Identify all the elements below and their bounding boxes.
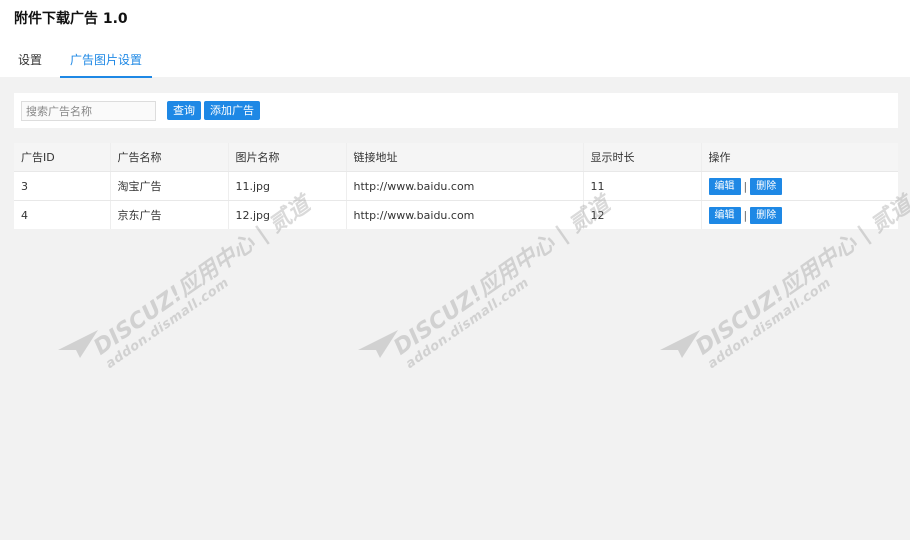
- delete-button[interactable]: 删除: [750, 177, 783, 195]
- table-header-row: 广告ID 广告名称 图片名称 链接地址 显示时长 操作: [14, 143, 898, 172]
- query-button[interactable]: 查询: [167, 101, 201, 120]
- cell-url: http://www.baidu.com: [346, 200, 584, 229]
- column-header-name: 广告名称: [110, 143, 229, 172]
- edit-button[interactable]: 编辑: [708, 177, 741, 195]
- cell-duration: 11: [583, 171, 702, 201]
- table-row: 3 淘宝广告 11.jpg http://www.baidu.com 11 编辑…: [14, 171, 898, 201]
- action-separator: |: [743, 208, 748, 222]
- paper-plane-icon: [358, 330, 398, 358]
- cell-url: http://www.baidu.com: [346, 171, 584, 201]
- delete-button[interactable]: 删除: [750, 206, 783, 224]
- watermark: DISCUZ!应用中心 | 贰道 addon.dismall.com: [660, 192, 910, 372]
- column-header-image: 图片名称: [228, 143, 347, 172]
- paper-plane-icon: [660, 330, 700, 358]
- tab-settings[interactable]: 设置: [8, 44, 52, 77]
- column-header-actions: 操作: [701, 143, 898, 172]
- header-panel: 附件下载广告 1.0 设置 广告图片设置: [0, 0, 910, 78]
- column-header-id: 广告ID: [14, 143, 111, 172]
- edit-button[interactable]: 编辑: [708, 206, 741, 224]
- cell-actions: 编辑 | 删除: [701, 201, 898, 230]
- search-panel: 查询 添加广告: [14, 93, 898, 128]
- tab-ad-image-settings[interactable]: 广告图片设置: [60, 44, 153, 78]
- cell-name: 京东广告: [110, 200, 229, 229]
- page-title: 附件下载广告 1.0: [14, 11, 128, 27]
- cell-image: 12.jpg: [228, 200, 347, 229]
- cell-id: 4: [14, 200, 111, 229]
- cell-id: 3: [14, 171, 111, 201]
- column-header-url: 链接地址: [346, 143, 584, 172]
- column-header-duration: 显示时长: [583, 143, 702, 172]
- add-ad-button[interactable]: 添加广告: [204, 101, 260, 120]
- action-separator: |: [743, 179, 748, 193]
- tab-bar: 设置 广告图片设置: [0, 44, 153, 78]
- ad-table: 广告ID 广告名称 图片名称 链接地址 显示时长 操作 3 淘宝广告 11.jp…: [14, 143, 898, 229]
- paper-plane-icon: [58, 330, 98, 358]
- cell-image: 11.jpg: [228, 171, 347, 201]
- table-row: 4 京东广告 12.jpg http://www.baidu.com 12 编辑…: [14, 200, 898, 230]
- cell-duration: 12: [583, 200, 702, 229]
- search-input[interactable]: [21, 101, 156, 121]
- watermark: DISCUZ!应用中心 | 贰道 addon.dismall.com: [358, 192, 615, 372]
- watermark: DISCUZ!应用中心 | 贰道 addon.dismall.com: [58, 192, 315, 372]
- cell-name: 淘宝广告: [110, 171, 229, 201]
- cell-actions: 编辑 | 删除: [701, 171, 898, 201]
